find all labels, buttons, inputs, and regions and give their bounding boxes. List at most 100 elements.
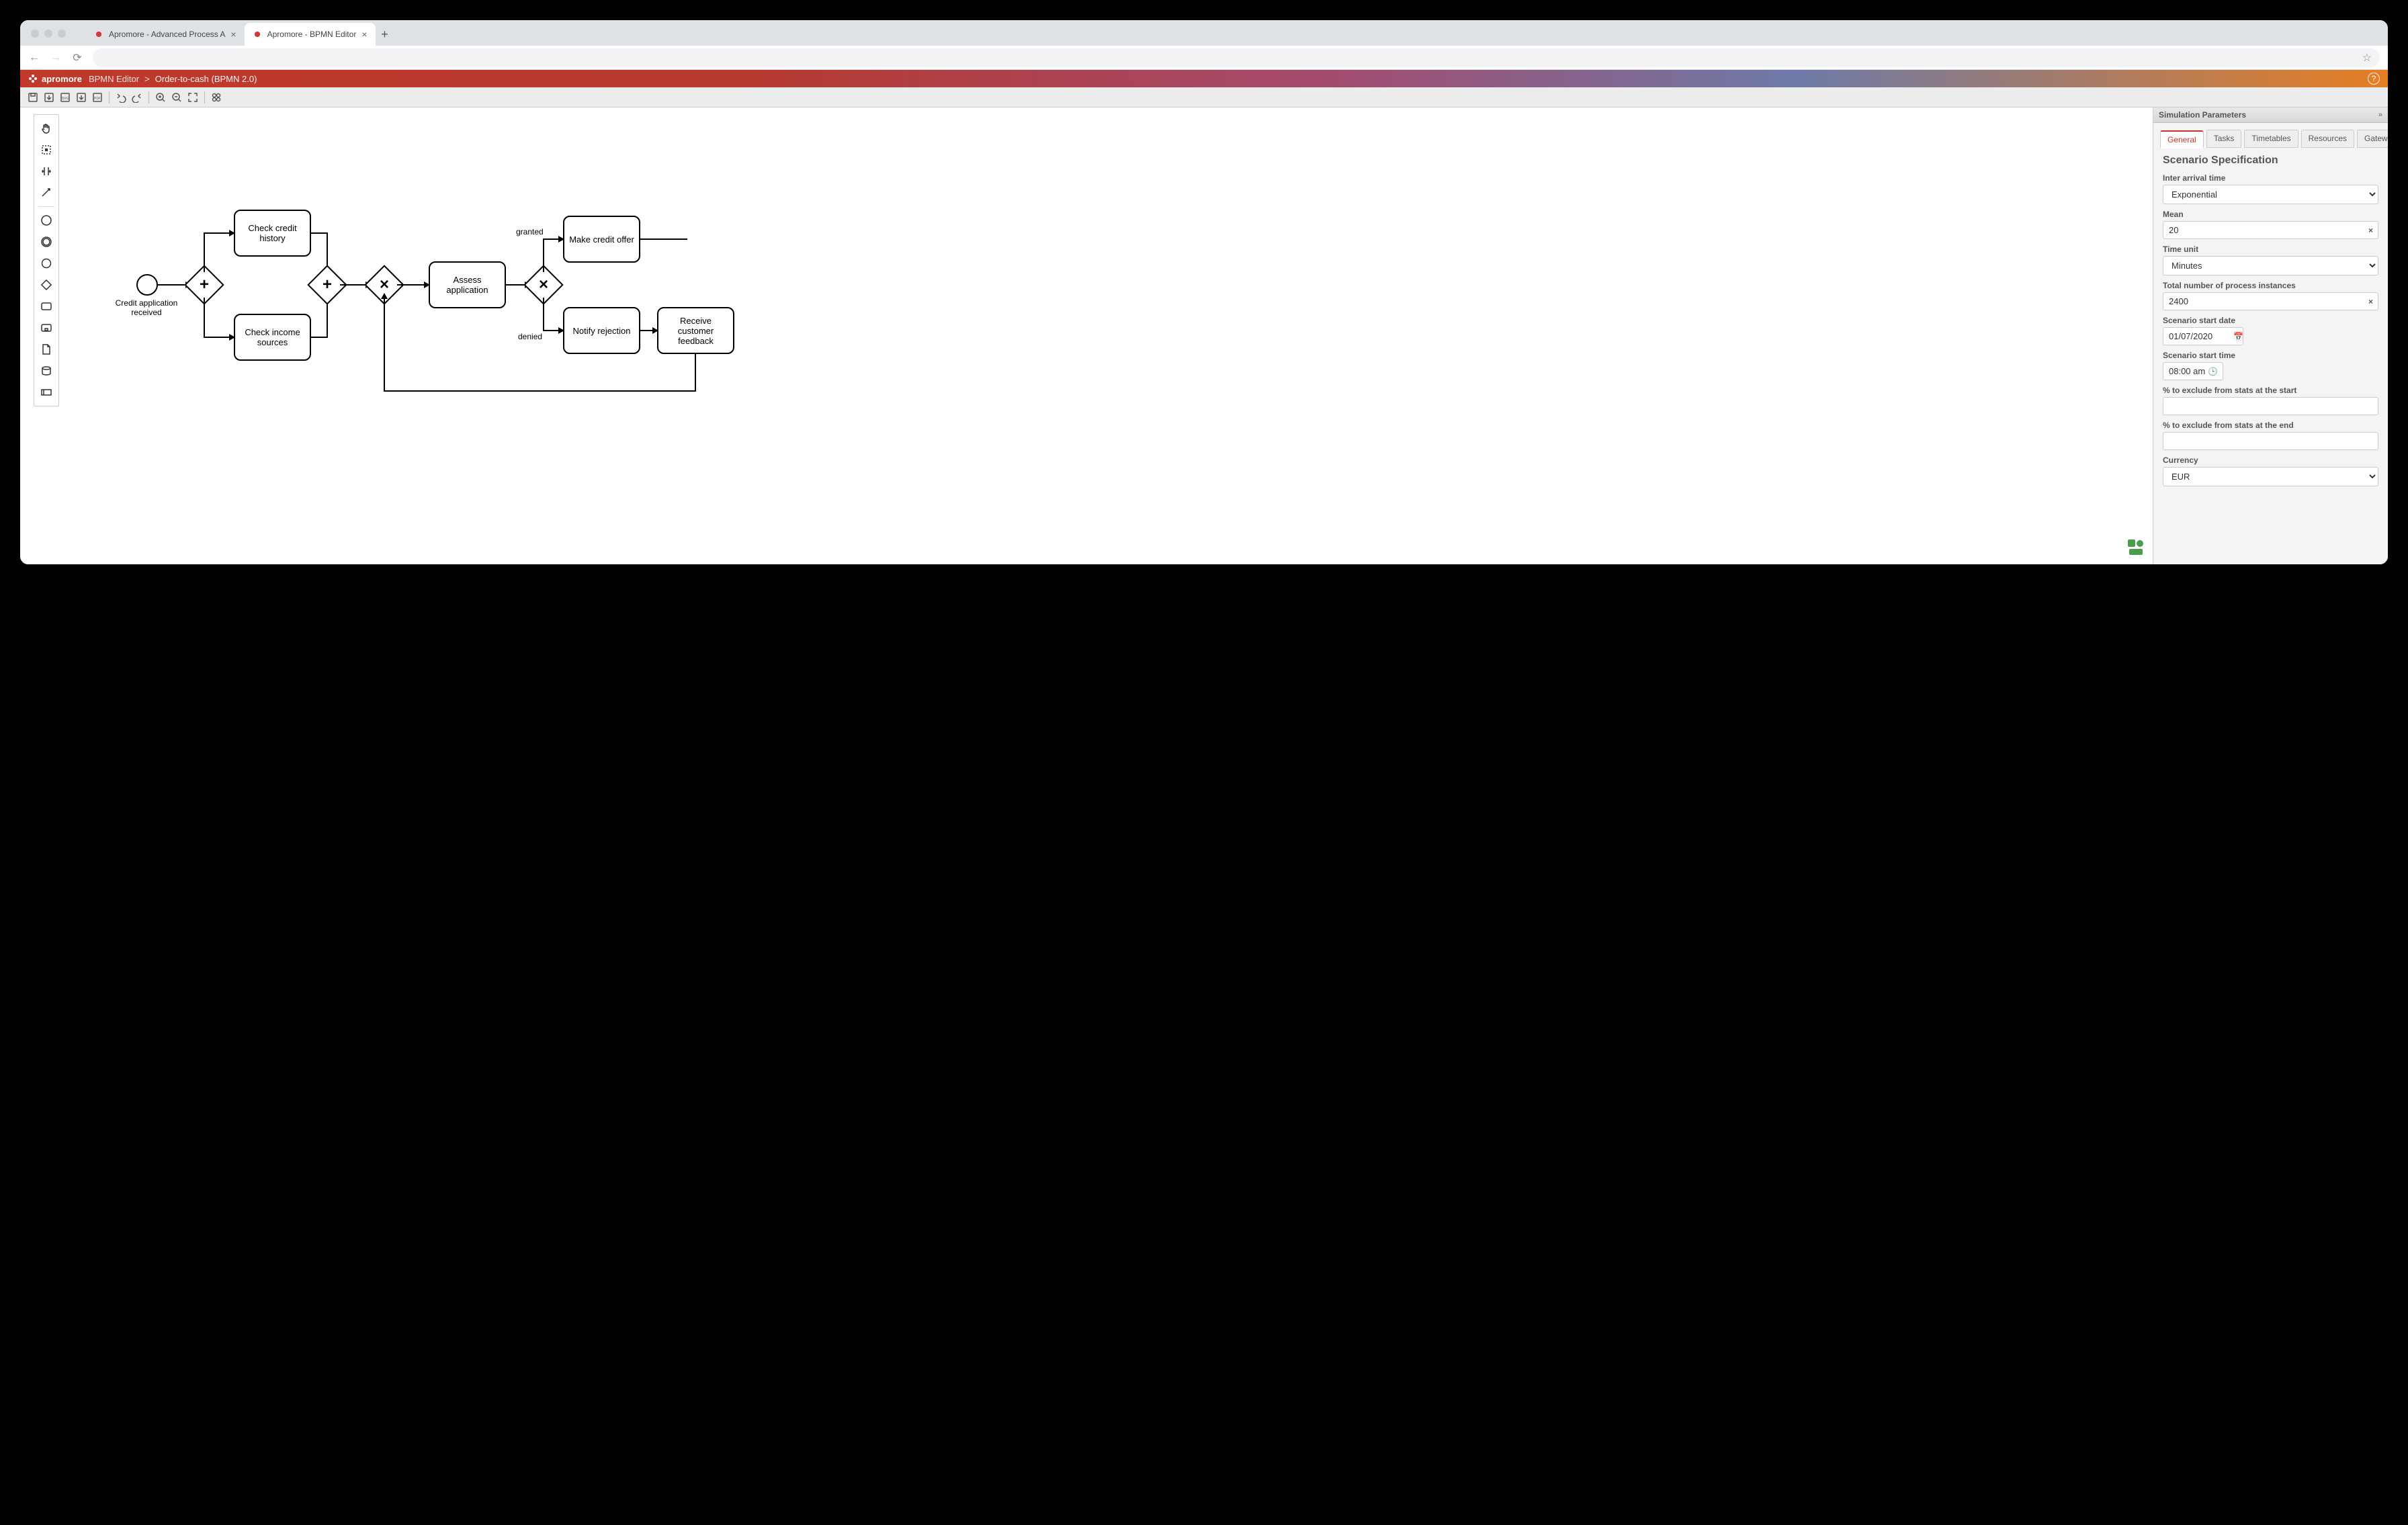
simulation-panel: Simulation Parameters » General Tasks Ti… — [2153, 107, 2388, 564]
edge-label-denied: denied — [518, 332, 542, 341]
task-notify-rejection[interactable]: Notify rejection — [563, 307, 640, 354]
back-icon[interactable]: ← — [28, 52, 40, 64]
task-make-offer[interactable]: Make credit offer — [563, 216, 640, 263]
window-controls — [31, 30, 66, 38]
minimize-window[interactable] — [44, 30, 52, 38]
gateway-icon[interactable] — [37, 275, 56, 294]
input-exclude-start[interactable] — [2163, 397, 2378, 415]
close-icon[interactable]: × — [361, 29, 367, 40]
pool-icon[interactable] — [37, 383, 56, 402]
brand-name: apromore — [42, 74, 82, 84]
calendar-icon[interactable]: 📅 — [2233, 332, 2243, 341]
task-check-income[interactable]: Check income sources — [234, 314, 311, 361]
label-start-date: Scenario start date — [2163, 316, 2378, 325]
label-currency: Currency — [2163, 455, 2378, 465]
minimap-toggle-icon[interactable] — [2127, 539, 2145, 556]
close-window[interactable] — [31, 30, 39, 38]
lasso-tool-icon[interactable] — [37, 140, 56, 159]
clear-icon[interactable]: × — [2368, 297, 2373, 306]
maximize-window[interactable] — [58, 30, 66, 38]
zoom-out-icon[interactable] — [169, 90, 184, 105]
start-event-icon[interactable] — [37, 211, 56, 230]
task-receive-feedback[interactable]: Receive customer feedback — [657, 307, 734, 354]
simulate-icon[interactable] — [209, 90, 224, 105]
tab-timetables[interactable]: Timetables — [2244, 130, 2298, 148]
export-bpmn-icon[interactable] — [74, 90, 89, 105]
export-svg-icon[interactable]: SVG — [58, 90, 73, 105]
address-bar: ← → ⟳ ☆ — [20, 46, 2388, 70]
close-icon[interactable]: × — [230, 29, 236, 40]
label-time-unit: Time unit — [2163, 245, 2378, 254]
select-time-unit[interactable]: Minutes — [2163, 256, 2378, 275]
hand-tool-icon[interactable] — [37, 119, 56, 138]
input-start-date[interactable] — [2163, 327, 2243, 345]
export-pdf-icon[interactable]: PDF — [90, 90, 105, 105]
url-input[interactable]: ☆ — [93, 48, 2380, 67]
panel-header: Simulation Parameters » — [2153, 107, 2388, 123]
panel-heading: Scenario Specification — [2163, 155, 2378, 167]
label-mean: Mean — [2163, 210, 2378, 219]
label-inter-arrival: Inter arrival time — [2163, 173, 2378, 183]
workspace: Credit application received + Check cred… — [20, 107, 2388, 564]
panel-tabs: General Tasks Timetables Resources Gatew… — [2153, 123, 2388, 148]
bookmark-icon[interactable]: ☆ — [2362, 51, 2372, 64]
diagram-canvas[interactable]: Credit application received + Check cred… — [59, 107, 2153, 564]
browser-tab-2[interactable]: Apromore - BPMN Editor × — [245, 23, 376, 46]
reload-icon[interactable]: ⟳ — [71, 51, 83, 64]
save-as-icon[interactable] — [42, 90, 56, 105]
help-icon[interactable]: ? — [2368, 73, 2380, 85]
new-tab-button[interactable]: + — [376, 28, 394, 46]
input-exclude-end[interactable] — [2163, 432, 2378, 450]
forward-icon[interactable]: → — [50, 52, 62, 64]
favicon-icon — [253, 30, 262, 39]
redo-icon[interactable] — [130, 90, 144, 105]
breadcrumb: Order-to-cash (BPMN 2.0) — [155, 74, 257, 84]
end-event-icon[interactable] — [37, 254, 56, 273]
tab-gateways[interactable]: Gateways — [2357, 130, 2388, 148]
data-store-icon[interactable] — [37, 361, 56, 380]
parallel-gateway-join[interactable]: + — [313, 271, 341, 299]
breadcrumb-sep: > — [144, 74, 150, 84]
tab-resources[interactable]: Resources — [2301, 130, 2354, 148]
subprocess-icon[interactable] — [37, 318, 56, 337]
zoom-in-icon[interactable] — [153, 90, 168, 105]
undo-icon[interactable] — [114, 90, 128, 105]
select-inter-arrival[interactable]: Exponential — [2163, 185, 2378, 204]
edge-label-granted: granted — [516, 227, 544, 236]
space-tool-icon[interactable] — [37, 162, 56, 181]
task-assess[interactable]: Assess application — [429, 261, 506, 308]
clear-icon[interactable]: × — [2368, 226, 2373, 235]
exclusive-gateway-split[interactable]: × — [529, 271, 558, 299]
apromore-logo-icon — [28, 74, 38, 83]
browser-window: Apromore - Advanced Process A × Apromore… — [20, 20, 2388, 564]
intermediate-event-icon[interactable] — [37, 232, 56, 251]
start-event-label: Credit application received — [113, 298, 180, 317]
browser-tab-1[interactable]: Apromore - Advanced Process A × — [86, 23, 245, 46]
label-instances: Total number of process instances — [2163, 281, 2378, 290]
data-object-icon[interactable] — [37, 340, 56, 359]
label-start-time: Scenario start time — [2163, 351, 2378, 360]
zoom-fit-icon[interactable] — [185, 90, 200, 105]
label-exclude-end: % to exclude from stats at the end — [2163, 421, 2378, 430]
clock-icon[interactable]: 🕒 — [2208, 367, 2218, 376]
tab-general[interactable]: General — [2160, 130, 2204, 148]
favicon-icon — [94, 30, 103, 39]
save-icon[interactable] — [26, 90, 40, 105]
panel-title: Simulation Parameters — [2159, 110, 2246, 120]
svg-text:PDF: PDF — [94, 97, 101, 101]
select-currency[interactable]: EUR — [2163, 467, 2378, 486]
app-header: apromore BPMN Editor > Order-to-cash (BP… — [20, 70, 2388, 87]
tab-title: Apromore - Advanced Process A — [109, 30, 225, 39]
collapse-icon[interactable]: » — [2378, 111, 2382, 119]
input-mean[interactable] — [2163, 221, 2378, 239]
task-check-credit[interactable]: Check credit history — [234, 210, 311, 257]
connect-tool-icon[interactable] — [37, 183, 56, 202]
input-instances[interactable] — [2163, 292, 2378, 310]
tab-tasks[interactable]: Tasks — [2206, 130, 2242, 148]
parallel-gateway-split[interactable]: + — [190, 271, 218, 299]
tab-title: Apromore - BPMN Editor — [267, 30, 357, 39]
task-icon[interactable] — [37, 297, 56, 316]
start-event[interactable] — [136, 274, 158, 296]
element-palette — [34, 114, 59, 406]
toolbar: SVG PDF — [20, 87, 2388, 107]
